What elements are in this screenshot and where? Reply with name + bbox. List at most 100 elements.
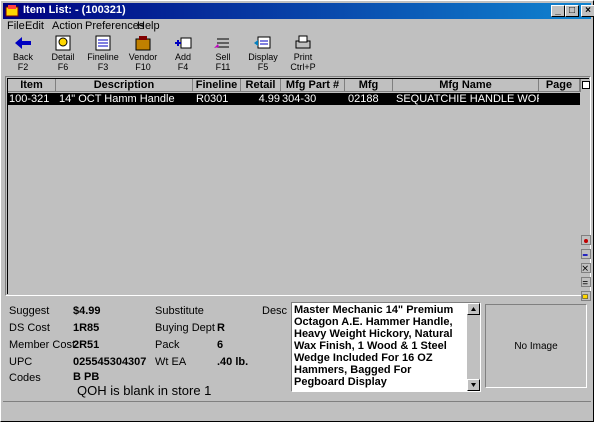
cell-description: 14" OCT Hamm Handle xyxy=(59,93,175,105)
menu-bar: File Edit Action Preferences Help xyxy=(3,20,591,34)
menu-help[interactable]: Help xyxy=(137,20,160,32)
detail-key: F6 xyxy=(57,62,69,72)
col-mfg-part[interactable]: Mfg Part # xyxy=(281,79,345,92)
suggest-label: Suggest xyxy=(9,305,50,317)
sell-label: Sell xyxy=(215,52,231,62)
display-key: F5 xyxy=(257,62,269,72)
back-label: Back xyxy=(12,52,33,62)
pack-label: Pack xyxy=(155,339,180,351)
vendor-icon xyxy=(135,36,151,51)
minimize-button[interactable]: _ xyxy=(551,5,565,17)
wt-label: Wt EA xyxy=(155,356,187,368)
print-key: Ctrl+P xyxy=(290,62,316,72)
buying-dept-value: R xyxy=(217,322,225,334)
detail-button[interactable]: Detail F6 xyxy=(45,34,81,74)
vendor-button[interactable]: Vendor F10 xyxy=(125,34,161,74)
upc-value: 025545304307 xyxy=(73,356,147,368)
wt-value: .40 lb. xyxy=(217,356,249,368)
cell-fineline: R0301 xyxy=(196,93,229,105)
print-button[interactable]: Print Ctrl+P xyxy=(285,34,321,74)
cell-mfg: 02188 xyxy=(348,93,379,105)
fineline-icon xyxy=(95,35,111,51)
cell-mfg-part: 304-30 xyxy=(282,93,317,105)
add-label: Add xyxy=(174,52,191,62)
status-bar xyxy=(3,401,591,419)
col-retail[interactable]: Retail xyxy=(241,79,281,92)
desc-label: Desc xyxy=(262,305,288,317)
codes-label: Codes xyxy=(9,372,41,384)
member-cost-value: 2R51 xyxy=(73,339,100,351)
buying-dept-label: Buying Dept xyxy=(155,322,215,334)
item-image-placeholder: No Image xyxy=(485,304,587,388)
col-page[interactable]: Page xyxy=(539,79,580,92)
display-button[interactable]: Display F5 xyxy=(245,34,281,74)
description-scrollbar[interactable] xyxy=(467,303,480,391)
cell-retail: 4.99 xyxy=(258,93,280,105)
add-icon xyxy=(175,37,192,49)
print-icon xyxy=(295,35,311,49)
grid-header: Item Description Fineline Retail Mfg Par… xyxy=(8,79,580,92)
col-description[interactable]: Description xyxy=(56,79,193,92)
ds-cost-label: DS Cost xyxy=(9,322,50,334)
item-grid[interactable]: Item Description Fineline Retail Mfg Par… xyxy=(5,76,591,301)
suggest-value: $4.99 xyxy=(73,305,101,317)
grid-corner-button[interactable] xyxy=(580,79,590,92)
star-icon[interactable] xyxy=(581,235,591,245)
menu-preferences[interactable]: Preferences xyxy=(85,20,144,32)
scroll-up-button[interactable] xyxy=(467,303,480,315)
vendor-key: F10 xyxy=(135,62,151,72)
cell-page xyxy=(539,93,580,105)
maximize-button[interactable]: □ xyxy=(565,5,579,17)
display-label: Display xyxy=(248,52,278,62)
app-icon xyxy=(5,5,19,17)
item-details-panel: Suggest $4.99 DS Cost 1R85 Member Cost 2… xyxy=(5,298,591,398)
description-text: Master Mechanic 14" Premium Octagon A.E.… xyxy=(294,304,454,388)
description-textbox[interactable]: Master Mechanic 14" Premium Octagon A.E.… xyxy=(291,302,481,392)
close-button[interactable]: × xyxy=(581,5,594,17)
col-mfg[interactable]: Mfg xyxy=(345,79,393,92)
member-cost-label: Member Cost xyxy=(9,339,76,351)
add-key: F4 xyxy=(177,62,189,72)
window-title: Item List: - (100321) xyxy=(23,4,126,16)
grid-body: Item Description Fineline Retail Mfg Par… xyxy=(7,78,591,301)
col-fineline[interactable]: Fineline xyxy=(193,79,241,92)
arrow-down-icon xyxy=(471,383,476,387)
scroll-down-button[interactable] xyxy=(467,379,480,391)
table-row[interactable]: 100-321 14" OCT Hamm Handle R0301 4.99 3… xyxy=(8,93,580,105)
print-label: Print xyxy=(293,52,313,62)
back-arrow-icon xyxy=(15,37,31,49)
cell-item: 100-321 xyxy=(9,93,50,105)
sort-icon[interactable] xyxy=(581,249,591,259)
menu-action[interactable]: Action xyxy=(52,20,83,32)
toolbar: Back F2 Detail F6 Fineline F3 Vendor F10… xyxy=(3,34,591,74)
fineline-button[interactable]: Fineline F3 xyxy=(85,34,121,74)
col-mfg-name[interactable]: Mfg Name xyxy=(393,79,539,92)
ds-cost-value: 1R85 xyxy=(73,322,100,334)
detail-icon xyxy=(55,35,71,51)
qoh-message: QOH is blank in store 1 xyxy=(77,383,212,398)
substitute-label: Substitute xyxy=(155,305,204,317)
filter-icon[interactable] xyxy=(581,263,591,273)
display-icon xyxy=(254,36,271,49)
cell-mfg-name: SEQUATCHIE HANDLE WORKS, INC. xyxy=(396,93,539,105)
menu-edit[interactable]: Edit xyxy=(25,20,44,32)
detail-label: Detail xyxy=(51,52,75,62)
vendor-label: Vendor xyxy=(128,52,158,62)
codes-value: B PB xyxy=(73,371,100,383)
no-image-text: No Image xyxy=(514,341,558,352)
sell-button[interactable]: Sell F11 xyxy=(205,34,241,74)
list-icon[interactable] xyxy=(581,277,591,287)
back-button[interactable]: Back F2 xyxy=(5,34,41,74)
item-list-window: Item List: - (100321) _ □ × File Edit Ac… xyxy=(0,0,594,422)
add-button[interactable]: Add F4 xyxy=(165,34,201,74)
upc-label: UPC xyxy=(9,356,33,368)
menu-file[interactable]: File xyxy=(7,20,25,32)
back-key: F2 xyxy=(17,62,29,72)
sell-icon xyxy=(214,38,229,48)
title-bar[interactable]: Item List: - (100321) _ □ × xyxy=(3,3,594,19)
pack-value: 6 xyxy=(217,339,224,351)
arrow-up-icon xyxy=(471,307,476,311)
corner-icon xyxy=(582,81,590,89)
col-item[interactable]: Item xyxy=(8,79,56,92)
side-icon-strip xyxy=(581,235,591,305)
